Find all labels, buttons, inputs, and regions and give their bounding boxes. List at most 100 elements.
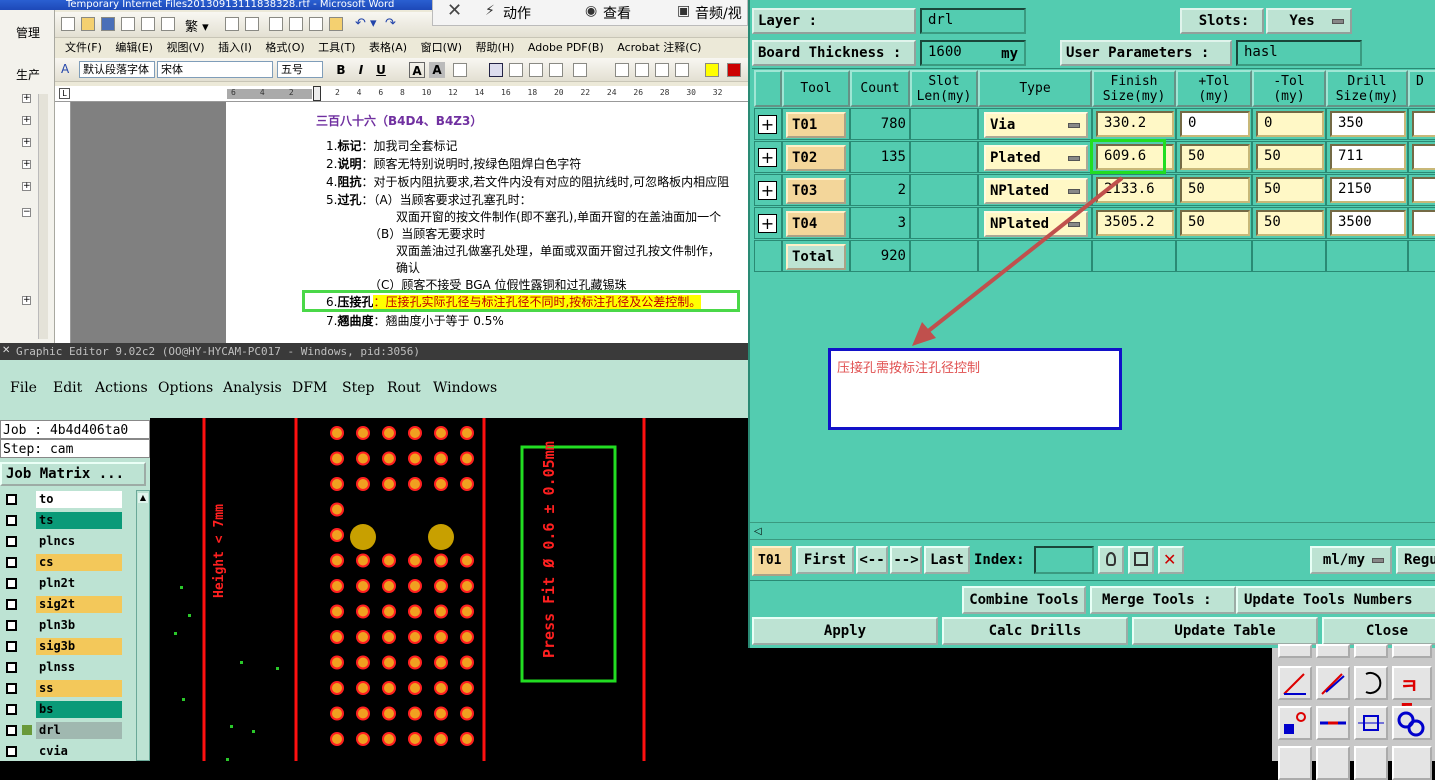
spell-check-icon[interactable] [225, 17, 239, 31]
view-icon[interactable]: ◉ [585, 3, 597, 19]
align-left-icon[interactable] [489, 63, 503, 77]
shape-icon[interactable] [1392, 746, 1432, 780]
layer-row[interactable]: cvia [2, 742, 136, 761]
drill-size-input[interactable]: 2150 [1330, 177, 1406, 203]
tool-button[interactable]: T03 [786, 178, 846, 204]
minus-tol-input[interactable]: 0 [1256, 111, 1324, 137]
layer-checkbox[interactable] [6, 662, 17, 673]
tree-scrollbar[interactable] [38, 94, 48, 339]
first-button[interactable]: First [796, 546, 854, 574]
styles-icon[interactable]: A [61, 62, 69, 76]
table-image-icon[interactable] [1128, 546, 1154, 574]
char-shading-button[interactable]: A [429, 62, 445, 78]
next-button[interactable]: --> [890, 546, 922, 574]
d-input[interactable] [1412, 111, 1435, 137]
current-tool-button[interactable]: T01 [752, 546, 792, 576]
delete-x-icon[interactable]: ✕ [1158, 546, 1184, 574]
type-dropdown[interactable]: NPlated [984, 211, 1088, 237]
arc-icon[interactable] [1354, 666, 1388, 700]
line-spacing-icon[interactable] [573, 63, 587, 77]
index-field[interactable] [1034, 546, 1094, 574]
view-menu[interactable]: 查看 [603, 3, 631, 23]
menu-tools[interactable]: 工具(T) [318, 38, 355, 58]
align-right-icon[interactable] [529, 63, 543, 77]
tree-expand-icon[interactable]: + [22, 138, 31, 147]
layer-row[interactable]: drl [2, 721, 136, 740]
action-icon[interactable]: ⚡ [485, 3, 495, 19]
minus-tol-input[interactable]: 50 [1256, 210, 1324, 236]
d-input[interactable] [1412, 144, 1435, 170]
underline-button[interactable]: U [373, 62, 389, 78]
layer-checkbox[interactable] [6, 578, 17, 589]
italic-button[interactable]: I [353, 62, 369, 78]
print-preview-icon[interactable] [161, 17, 175, 31]
font-combo[interactable]: 宋体 [157, 61, 273, 78]
menu-windows[interactable]: Windows [433, 380, 497, 396]
layer-name[interactable]: plnss [36, 659, 122, 676]
layer-name[interactable]: pln3b [36, 617, 122, 634]
menu-edit[interactable]: 编辑(E) [115, 38, 153, 58]
font-color-icon[interactable] [727, 63, 741, 77]
layer-row[interactable]: pln3b [2, 616, 136, 635]
layer-name[interactable]: plncs [36, 533, 122, 550]
text-f-icon[interactable]: ㅋF [1392, 666, 1432, 723]
d-input[interactable] [1412, 177, 1435, 203]
menu-edit[interactable]: Edit [53, 380, 82, 396]
paste-icon[interactable] [309, 17, 323, 31]
layer-name[interactable]: bs [36, 701, 122, 718]
numbering-icon[interactable] [615, 63, 629, 77]
char-border-button[interactable]: A [409, 62, 425, 78]
scroll-left-icon[interactable]: ◁ [754, 526, 762, 537]
expand-row-icon[interactable]: + [758, 115, 777, 134]
char-scale-icon[interactable] [453, 63, 467, 77]
menu-insert[interactable]: 插入(I) [218, 38, 252, 58]
layer-row[interactable]: cs [2, 553, 136, 572]
tool-icon-top[interactable] [1354, 644, 1388, 658]
angle-line-icon[interactable] [1278, 666, 1312, 700]
drill-size-input[interactable]: 3500 [1330, 210, 1406, 236]
manage-label[interactable]: 管理 [16, 24, 40, 41]
undo-icon[interactable]: ↶ ▾ [355, 16, 377, 31]
menu-format[interactable]: 格式(O) [265, 38, 304, 58]
layer-row[interactable]: plnss [2, 658, 136, 677]
layer-name[interactable]: pln2t [36, 575, 122, 592]
expand-row-icon[interactable]: + [758, 148, 777, 167]
plus-tol-input[interactable]: 50 [1180, 177, 1250, 203]
indent-marker[interactable] [313, 86, 321, 101]
menu-acrobat-comment[interactable]: Acrobat 注释(C) [617, 38, 701, 58]
layer-scrollbar[interactable]: ▲ [136, 490, 150, 761]
layer-checkbox[interactable] [6, 515, 17, 526]
menu-file[interactable]: 文件(F) [65, 38, 102, 58]
menu-table[interactable]: 表格(A) [369, 38, 407, 58]
decrease-indent-icon[interactable] [655, 63, 669, 77]
bullets-icon[interactable] [635, 63, 649, 77]
tree-collapse-icon[interactable]: − [22, 208, 31, 217]
shape-icon[interactable] [1278, 746, 1312, 780]
tool-icon-top[interactable] [1278, 644, 1312, 658]
layer-name[interactable]: to [36, 491, 122, 508]
redo-icon[interactable]: ↷ [385, 16, 396, 31]
layer-name[interactable]: sig2t [36, 596, 122, 613]
tool-button[interactable]: T02 [786, 145, 846, 171]
layer-row[interactable]: sig2t [2, 595, 136, 614]
align-center-icon[interactable] [509, 63, 523, 77]
shape-icon[interactable] [1316, 746, 1350, 780]
horizontal-scrollbar[interactable]: ◁ [750, 522, 1435, 540]
layer-checkbox[interactable] [6, 746, 17, 757]
copy-icon[interactable] [289, 17, 303, 31]
layer-checkbox[interactable] [6, 704, 17, 715]
minus-tol-input[interactable]: 50 [1256, 144, 1324, 170]
shape-icon[interactable] [1354, 746, 1388, 780]
tree-expand-icon[interactable]: + [22, 296, 31, 305]
layer-checkbox[interactable] [6, 494, 17, 505]
layer-name[interactable]: cvia [36, 743, 122, 760]
drill-size-input[interactable]: 711 [1330, 144, 1406, 170]
menu-adobe-pdf[interactable]: Adobe PDF(B) [528, 38, 604, 58]
audio-icon[interactable]: ▣ [677, 3, 690, 19]
update-table-button[interactable]: Update Table [1132, 617, 1318, 645]
regu-button[interactable]: Regu [1396, 546, 1435, 574]
format-painter-icon[interactable] [329, 17, 343, 31]
highlight-icon[interactable] [705, 63, 719, 77]
tree-expand-icon[interactable]: + [22, 116, 31, 125]
tool-button[interactable]: T01 [786, 112, 846, 138]
